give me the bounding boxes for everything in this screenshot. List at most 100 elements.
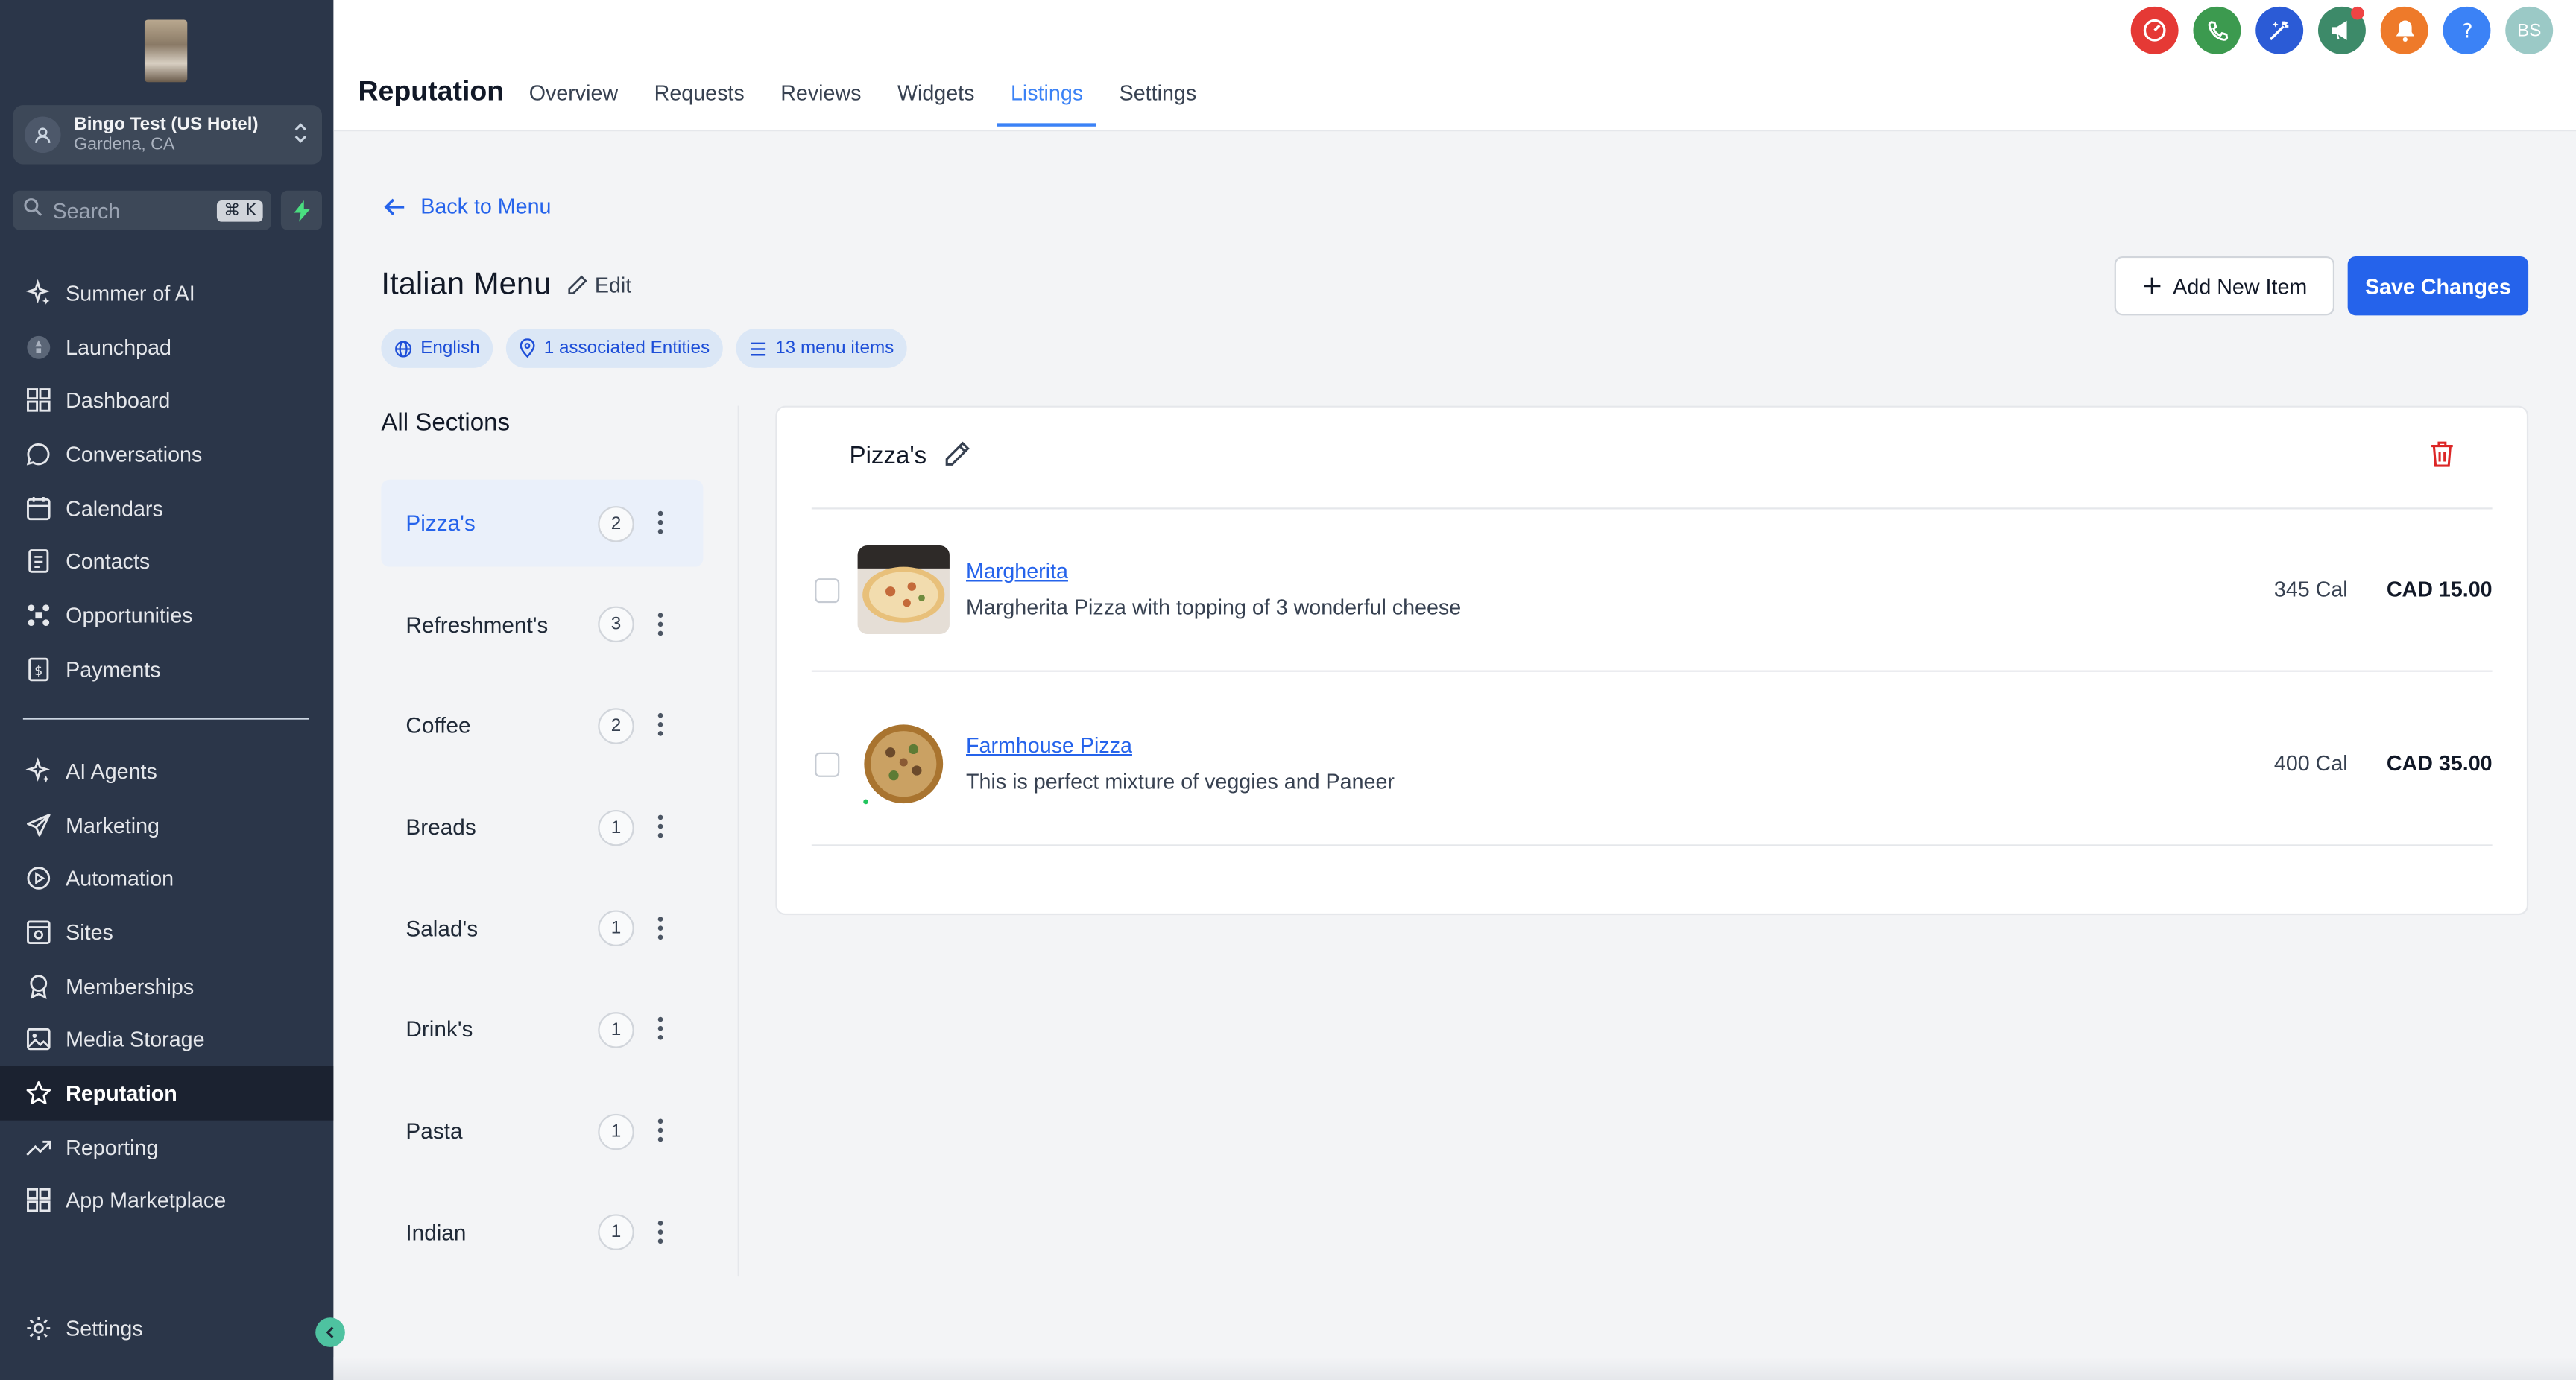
item-checkbox[interactable] <box>815 752 840 777</box>
sections-title: All Sections <box>381 408 511 437</box>
section-item-pasta[interactable]: Pasta 1 <box>381 1088 703 1175</box>
kebab-menu-icon[interactable] <box>657 1219 664 1245</box>
back-to-menu-link[interactable]: Back to Menu <box>383 194 551 218</box>
tab-overview[interactable]: Overview <box>529 80 618 131</box>
tab-requests[interactable]: Requests <box>654 80 745 131</box>
section-list: Pizza's 2 Refreshment's 3 Coffee 2 Bread… <box>381 479 704 1291</box>
edit-menu-button[interactable]: Edit <box>566 273 631 297</box>
sidebar-item-sites[interactable]: Sites <box>0 905 333 959</box>
search-icon <box>23 195 42 225</box>
sidebar-item-reputation[interactable]: Reputation <box>0 1066 334 1121</box>
section-item-salads[interactable]: Salad's 1 <box>381 885 703 972</box>
sidebar-item-memberships[interactable]: Memberships <box>0 959 333 1013</box>
bottom-edge <box>333 1357 2576 1380</box>
tab-listings[interactable]: Listings <box>997 80 1096 131</box>
megaphone-icon[interactable] <box>2317 6 2366 54</box>
pencil-icon <box>568 275 587 294</box>
section-item-pizzas[interactable]: Pizza's 2 <box>381 479 704 567</box>
bolt-icon <box>293 199 310 221</box>
sidebar-item-label: Media Storage <box>66 1027 205 1052</box>
calendar-icon <box>27 496 51 520</box>
section-item-breads[interactable]: Breads 1 <box>381 784 703 871</box>
item-description: Margherita Pizza with topping of 3 wonde… <box>966 595 1462 620</box>
sidebar-item-calendars[interactable]: Calendars <box>0 481 333 534</box>
sidebar-nav-secondary: AI Agents Marketing Automation Sites Mem… <box>0 744 334 1228</box>
section-item-refreshments[interactable]: Refreshment's 3 <box>381 581 703 668</box>
sidebar-item-automation[interactable]: Automation <box>0 852 333 905</box>
section-item-coffee[interactable]: Coffee 2 <box>381 683 703 770</box>
kebab-menu-icon[interactable] <box>657 1118 664 1144</box>
phone-icon[interactable] <box>2193 6 2241 54</box>
kebab-menu-icon[interactable] <box>657 610 664 636</box>
tab-reviews[interactable]: Reviews <box>780 80 861 131</box>
gear-icon <box>27 1316 51 1340</box>
trash-icon[interactable] <box>2430 440 2455 468</box>
bell-icon[interactable] <box>2380 6 2428 54</box>
chip-label: 1 associated Entities <box>543 338 710 358</box>
sidebar-item-label: Reputation <box>66 1080 177 1106</box>
sidebar-item-launchpad[interactable]: Launchpad <box>0 320 333 373</box>
help-icon[interactable]: ? <box>2443 6 2491 54</box>
kebab-menu-icon[interactable] <box>657 814 664 840</box>
quick-action-button[interactable] <box>280 190 323 230</box>
item-price: CAD 35.00 <box>2386 750 2493 776</box>
sidebar-item-label: Summer of AI <box>66 280 195 306</box>
dashboard-icon <box>27 388 51 413</box>
sidebar-item-reporting[interactable]: Reporting <box>0 1120 333 1174</box>
section-item-indian[interactable]: Indian 1 <box>381 1189 703 1276</box>
kebab-menu-icon[interactable] <box>657 1016 664 1042</box>
chevron-left-icon <box>326 1326 334 1338</box>
sites-icon <box>27 920 51 944</box>
sidebar-divider <box>22 718 309 720</box>
sidebar-item-app-marketplace[interactable]: App Marketplace <box>0 1174 333 1227</box>
sidebar-item-marketing[interactable]: Marketing <box>0 798 333 852</box>
language-chip: English <box>381 328 493 368</box>
sidebar-item-label: Calendars <box>66 495 163 521</box>
sidebar-item-contacts[interactable]: Contacts <box>0 535 333 589</box>
map-pin-icon <box>520 338 535 358</box>
search-shortcut: ⌘ K <box>217 199 263 221</box>
svg-text:?: ? <box>2461 19 2472 42</box>
sidebar-item-label: AI Agents <box>66 759 157 784</box>
kebab-menu-icon[interactable] <box>657 712 664 738</box>
sidebar-item-label: Contacts <box>66 549 151 575</box>
svg-text:$: $ <box>34 663 42 678</box>
sidebar-item-opportunities[interactable]: Opportunities <box>0 589 333 642</box>
add-new-item-button[interactable]: Add New Item <box>2114 256 2335 316</box>
add-new-item-label: Add New Item <box>2173 273 2308 299</box>
item-calories: 345 Cal <box>2273 576 2348 601</box>
item-checkbox[interactable] <box>815 578 840 604</box>
section-items-panel: Pizza's Margherita Margherita Pizza with… <box>775 405 2529 916</box>
item-name-link[interactable]: Farmhouse Pizza <box>966 732 1132 757</box>
sidebar-item-settings[interactable]: Settings <box>0 1301 333 1355</box>
pencil-icon[interactable] <box>943 440 970 468</box>
user-avatar[interactable]: BS <box>2505 6 2554 54</box>
tab-widgets[interactable]: Widgets <box>897 80 975 131</box>
section-item-drinks[interactable]: Drink's 1 <box>381 987 703 1074</box>
sidebar-item-label: Opportunities <box>66 603 193 628</box>
sidebar-item-ai-agents[interactable]: AI Agents <box>0 744 333 798</box>
sidebar-collapse-button[interactable] <box>315 1317 345 1347</box>
section-count-badge: 1 <box>598 1113 634 1150</box>
section-count-badge: 2 <box>598 707 634 744</box>
kebab-menu-icon[interactable] <box>657 509 664 535</box>
sidebar-item-summer-of-ai[interactable]: Summer of AI <box>0 266 333 320</box>
sidebar-item-label: Payments <box>66 656 161 682</box>
sidebar-item-dashboard[interactable]: Dashboard <box>0 373 333 427</box>
magic-wand-icon[interactable] <box>2255 6 2304 54</box>
sidebar-item-label: Automation <box>66 866 174 891</box>
speedometer-icon[interactable] <box>2130 6 2179 54</box>
opportunities-icon <box>28 604 50 626</box>
kebab-menu-icon[interactable] <box>657 915 664 941</box>
location-switcher[interactable]: Bingo Test (US Hotel) Gardena, CA <box>13 105 323 165</box>
search-input[interactable]: Search ⌘ K <box>13 190 271 230</box>
chip-label: English <box>420 338 480 358</box>
sidebar-item-media-storage[interactable]: Media Storage <box>0 1013 333 1066</box>
sidebar-item-conversations[interactable]: Conversations <box>0 427 333 481</box>
item-name-link[interactable]: Margherita <box>966 559 1068 583</box>
item-description: This is perfect mixture of veggies and P… <box>966 768 1395 794</box>
sidebar-item-payments[interactable]: $ Payments <box>0 642 333 696</box>
panel-title: Pizza's <box>849 442 927 470</box>
tab-settings[interactable]: Settings <box>1120 80 1197 131</box>
save-changes-button[interactable]: Save Changes <box>2347 256 2529 316</box>
